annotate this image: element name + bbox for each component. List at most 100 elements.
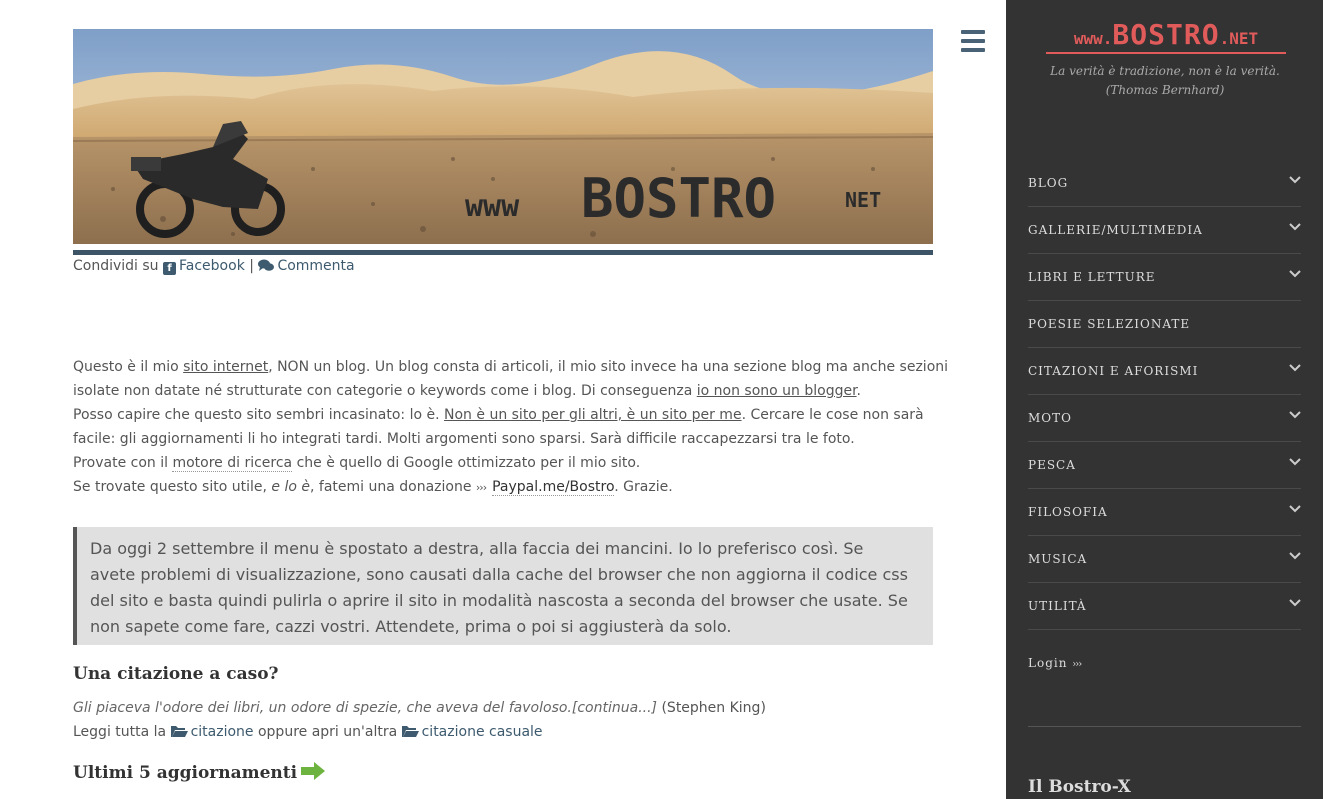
share-comment-link[interactable]: Commenta <box>258 258 355 274</box>
quote-read-prefix: Leggi tutta la <box>73 724 171 740</box>
banner-logo-www: www <box>465 189 520 224</box>
updates-heading: Ultimi 5 aggiornamenti <box>73 762 326 783</box>
chevron-down-icon[interactable] <box>1289 363 1301 373</box>
intro-line-2: isolate non datate né strutturate con ca… <box>73 379 933 403</box>
folder-open-icon <box>170 726 188 737</box>
intro-line-5: Provate con il motore di ricerca che è q… <box>73 451 933 475</box>
intro-text-span: isolate non datate né strutturate con ca… <box>73 383 697 399</box>
intro-text-span: Provate con il <box>73 455 173 471</box>
main-content: www BOSTRO NET Condividi su f Facebook | … <box>73 0 948 799</box>
logo-bostro: BOSTRO <box>1112 18 1220 51</box>
intro-text-span: . <box>856 383 861 399</box>
intro-line-4: facile: gli aggiornamenti li ho integrat… <box>73 431 855 447</box>
sidebar: www.BOSTRO.NET La verità è tradizione, n… <box>1006 0 1323 799</box>
facebook-icon: f <box>163 262 177 275</box>
sidebar-item-label: MUSICA <box>1028 552 1088 566</box>
triple-arrow-icon: ››› <box>475 481 487 494</box>
comment-icon <box>258 259 275 271</box>
hamburger-icon[interactable] <box>961 30 985 52</box>
hamburger-bar <box>961 48 985 52</box>
sidebar-item-utilità[interactable]: UTILITÀ <box>1028 583 1301 630</box>
logo-www: www. <box>1073 29 1113 48</box>
share-separator: | <box>249 258 254 274</box>
logo-underline <box>1046 52 1286 54</box>
sidebar-item-pesca[interactable]: PESCA <box>1028 442 1301 489</box>
banner-logo-main: BOSTRO <box>581 167 776 230</box>
intro-emphasis: e lo è <box>271 479 310 495</box>
chevron-down-icon[interactable] <box>1289 457 1301 467</box>
chevron-down-icon[interactable] <box>1289 551 1301 561</box>
updates-heading-label: Ultimi 5 aggiornamenti <box>73 763 298 783</box>
notice-line: Da oggi 2 settembre il menu è spostato a… <box>90 539 864 558</box>
sidebar-item-label: PESCA <box>1028 458 1076 472</box>
sito-per-me-link[interactable]: Non è un sito per gli altri, è un sito p… <box>444 407 742 423</box>
intro-text-span: , fatemi una donazione <box>309 479 476 495</box>
paypal-link[interactable]: Paypal.me/Bostro <box>492 479 615 496</box>
sidebar-item-label: GALLERIE/MULTIMEDIA <box>1028 223 1203 237</box>
hamburger-bar <box>961 30 985 34</box>
notice-line: avete problemi di visualizzazione, sono … <box>90 565 908 584</box>
chevron-down-icon[interactable] <box>1289 504 1301 514</box>
sidebar-item-gallerie-multimedia[interactable]: GALLERIE/MULTIMEDIA <box>1028 207 1301 254</box>
sidebar-nav: BLOG GALLERIE/MULTIMEDIA LIBRI E LETTURE PO… <box>1028 160 1301 630</box>
desert-banner-illustration: www BOSTRO NET <box>73 29 933 244</box>
intro-line-3: Posso capire che questo sito sembri inca… <box>73 403 933 427</box>
quote-middle-text: oppure apri un'altra <box>253 724 402 740</box>
sito-internet-link[interactable]: sito internet <box>183 359 268 375</box>
sidebar-item-moto[interactable]: MOTO <box>1028 395 1301 442</box>
widget-heading: Il Bostro-X <box>1028 777 1131 797</box>
banner-divider <box>73 250 933 255</box>
notice-blockquote: Da oggi 2 settembre il menu è spostato a… <box>73 527 933 645</box>
sidebar-divider <box>1028 726 1301 727</box>
sidebar-item-libri-e-letture[interactable]: LIBRI E LETTURE <box>1028 254 1301 301</box>
site-tagline: La verità è tradizione, non è la verità.… <box>1050 64 1280 97</box>
login-link[interactable]: Login ››› <box>1028 656 1082 670</box>
sidebar-item-filosofia[interactable]: FILOSOFIA <box>1028 489 1301 536</box>
random-quote: Gli piaceva l'odore dei libri, un odore … <box>73 696 766 744</box>
chevron-down-icon[interactable] <box>1289 222 1301 232</box>
facebook-label: Facebook <box>179 258 245 274</box>
logo-tld: .NET <box>1219 29 1259 48</box>
search-engine-link[interactable]: motore di ricerca <box>172 455 293 472</box>
sidebar-item-label: BLOG <box>1028 176 1069 190</box>
site-logo[interactable]: www.BOSTRO.NET <box>1046 18 1286 58</box>
quote-text-line: Gli piaceva l'odore dei libri, un odore … <box>73 696 766 720</box>
sidebar-item-label: CITAZIONI E AFORISMI <box>1028 364 1199 378</box>
sidebar-item-poesie-selezionate[interactable]: POESIE SELEZIONATE <box>1028 301 1301 348</box>
random-quote-heading: Una citazione a caso? <box>73 664 279 684</box>
chevron-down-icon[interactable] <box>1289 598 1301 608</box>
intro-text-span: che è quello di Google ottimizzato per i… <box>292 455 641 471</box>
sidebar-item-label: MOTO <box>1028 411 1072 425</box>
intro-text: Questo è il mio sito internet, NON un bl… <box>73 355 948 500</box>
sidebar-item-citazioni-e-aforismi[interactable]: CITAZIONI E AFORISMI <box>1028 348 1301 395</box>
quote-continue-link[interactable]: [continua...] <box>572 700 657 716</box>
citazione-casuale-link[interactable]: citazione casuale <box>401 724 543 740</box>
folder-open-icon <box>401 726 419 737</box>
chevron-down-icon[interactable] <box>1289 269 1301 279</box>
intro-line-1: Questo è il mio sito internet, NON un bl… <box>73 355 948 379</box>
intro-text-span: Questo è il mio <box>73 359 184 375</box>
quote-links-line: Leggi tutta la citazione oppure apri un'… <box>73 720 766 744</box>
notice-line: del sito e basta quindi pulirla o aprire… <box>90 591 908 610</box>
intro-text-span: Se trovate questo sito utile, <box>73 479 272 495</box>
intro-text-span: . Grazie. <box>614 479 673 495</box>
non-blogger-link[interactable]: io non sono un blogger <box>697 383 857 399</box>
triple-arrow-icon: ››› <box>1072 659 1082 670</box>
sidebar-item-label: FILOSOFIA <box>1028 505 1108 519</box>
site-logo-text: www.BOSTRO.NET <box>1046 18 1286 51</box>
sidebar-item-label: LIBRI E LETTURE <box>1028 270 1156 284</box>
chevron-down-icon[interactable] <box>1289 410 1301 420</box>
arrow-right-icon <box>301 762 326 780</box>
intro-text-span: Posso capire che questo sito sembri inca… <box>73 407 445 423</box>
quote-text: Gli piaceva l'odore dei libri, un odore … <box>73 700 572 716</box>
sidebar-item-label: POESIE SELEZIONATE <box>1028 317 1191 331</box>
quote-author: (Stephen King) <box>657 700 766 716</box>
sidebar-item-musica[interactable]: MUSICA <box>1028 536 1301 583</box>
header-banner-image[interactable]: www BOSTRO NET <box>73 29 933 244</box>
share-facebook-link[interactable]: f Facebook <box>163 258 245 275</box>
sidebar-item-blog[interactable]: BLOG <box>1028 160 1301 207</box>
sidebar-item-label: UTILITÀ <box>1028 599 1087 613</box>
chevron-down-icon[interactable] <box>1289 175 1301 185</box>
citazione-link[interactable]: citazione <box>170 724 254 740</box>
banner-logo-net: NET <box>845 188 881 212</box>
